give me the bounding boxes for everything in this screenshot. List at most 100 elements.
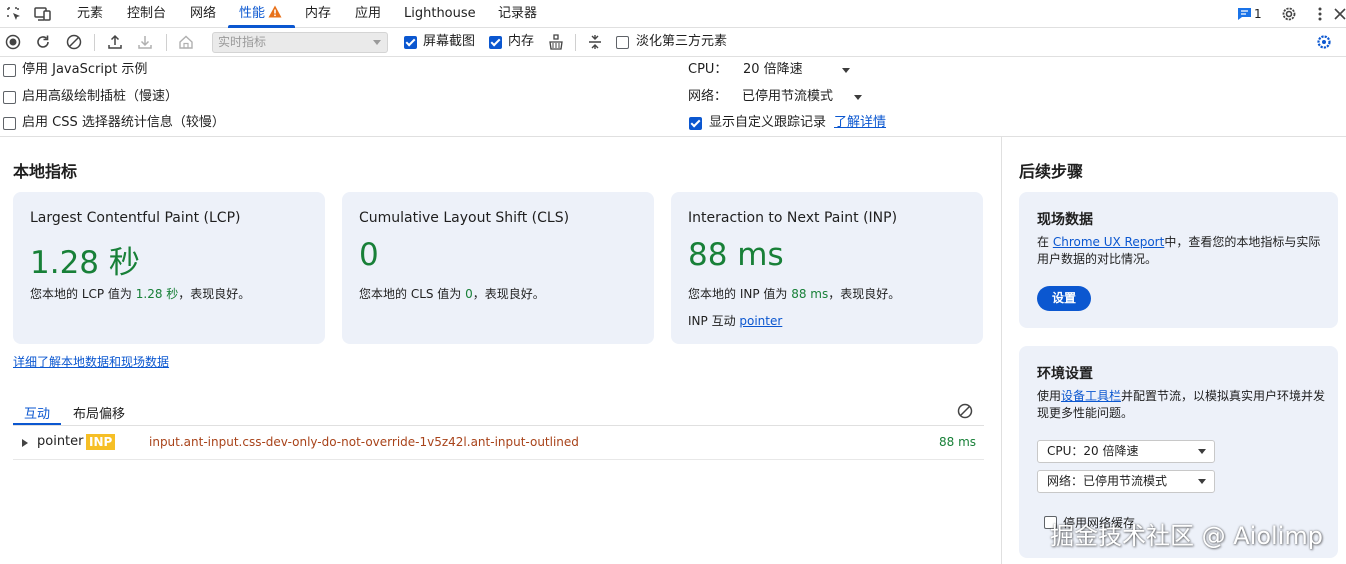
issues-count: 1 <box>1254 7 1262 21</box>
capture-settings-panel: 停用 JavaScript 示例 启用高级绘制插桩（慢速） 启用 CSS 选择器… <box>0 57 1346 137</box>
warning-icon <box>268 5 282 18</box>
clear-interactions-icon[interactable] <box>956 402 974 420</box>
inp-desc-suffix: ，表现良好。 <box>828 287 901 301</box>
lcp-card: Largest Contentful Paint (LCP) 1.28 秒 您本… <box>13 192 325 344</box>
inp-interaction-link[interactable]: pointer <box>739 314 782 328</box>
settings-gear-icon[interactable] <box>1279 4 1299 24</box>
network-throttle-secondary-value: 网络：已停用节流模式 <box>1047 474 1168 488</box>
lcp-value: 1.28 秒 <box>30 245 140 281</box>
inp-badge: INP <box>86 434 116 450</box>
field-data-description: 在 Chrome UX Report中，查看您的本地指标与实际用户数据的对比情况… <box>1037 234 1327 268</box>
expand-triangle-icon[interactable] <box>22 439 28 447</box>
toolbar-separator <box>166 34 167 51</box>
network-throttle-label: 网络： <box>688 89 728 104</box>
tab-elements[interactable]: 元素 <box>77 0 103 28</box>
css-selector-stats-checkbox[interactable] <box>3 117 16 130</box>
cls-card-title: Cumulative Layout Shift (CLS) <box>359 210 570 226</box>
memory-label: 内存 <box>508 34 535 49</box>
record-icon[interactable] <box>3 32 23 52</box>
advanced-paint-checkbox[interactable] <box>3 91 16 104</box>
inp-interaction-label: INP 互动 <box>688 314 740 328</box>
cpu-throttle-secondary-value: CPU：20 倍降速 <box>1047 444 1139 458</box>
chevron-down-icon <box>854 95 862 100</box>
chevron-down-icon <box>373 40 381 45</box>
toolbar-separator <box>94 34 95 51</box>
learn-more-link[interactable]: 了解详情 <box>834 115 886 131</box>
tab-interactions[interactable]: 互动 <box>24 403 50 422</box>
watermark: 掘金技术社区 @ Aiolimp <box>1050 522 1323 550</box>
recording-select-value: 实时指标 <box>218 35 267 49</box>
field-data-card: 现场数据 在 Chrome UX Report中，查看您的本地指标与实际用户数据… <box>1019 192 1338 328</box>
dim-third-party-checkbox[interactable] <box>616 36 629 49</box>
tab-layout-shifts[interactable]: 布局偏移 <box>73 403 125 422</box>
collapse-expand-icon[interactable] <box>585 32 605 52</box>
row-divider <box>13 459 984 460</box>
field-data-title: 现场数据 <box>1037 212 1093 228</box>
advanced-paint-label: 启用高级绘制插桩（慢速） <box>22 89 179 104</box>
dim-third-party-label: 淡化第三方元素 <box>636 34 728 49</box>
cls-desc-suffix: ，表现良好。 <box>472 287 545 301</box>
environment-text-prefix: 使用 <box>1037 389 1062 403</box>
tab-network[interactable]: 网络 <box>190 0 216 28</box>
cls-desc-prefix: 您本地的 CLS 值为 <box>359 287 466 301</box>
devtools-tabbar: 元素 控制台 网络 性能 内存 应用 Lighthouse 记录器 1 <box>0 0 1346 28</box>
cls-description: 您本地的 CLS 值为 0，表现良好。 <box>359 285 545 302</box>
tab-application[interactable]: 应用 <box>355 0 381 28</box>
cpu-throttle-select-secondary[interactable]: CPU：20 倍降速 <box>1037 440 1215 463</box>
network-throttle-select-secondary[interactable]: 网络：已停用节流模式 <box>1037 470 1215 493</box>
more-options-icon[interactable] <box>1310 4 1330 24</box>
setup-button[interactable]: 设置 <box>1037 286 1091 311</box>
tab-performance[interactable]: 性能 <box>239 0 282 28</box>
tab-recorder[interactable]: 记录器 <box>498 0 537 28</box>
tab-lighthouse[interactable]: Lighthouse <box>404 0 476 28</box>
close-devtools-icon[interactable] <box>1330 4 1346 24</box>
inp-desc-prefix: 您本地的 INP 值为 <box>688 287 792 301</box>
local-metrics-title: 本地指标 <box>13 162 78 181</box>
custom-tracks-label: 显示自定义跟踪记录 <box>709 115 827 130</box>
capture-settings-gear-icon[interactable] <box>1314 32 1334 52</box>
tab-console[interactable]: 控制台 <box>127 0 166 28</box>
disable-js-samples-checkbox[interactable] <box>3 64 16 77</box>
cpu-throttle-value: 20 倍降速 <box>743 62 803 77</box>
chrome-ux-report-link[interactable]: Chrome UX Report <box>1053 235 1164 249</box>
reload-record-icon[interactable] <box>33 32 53 52</box>
lcp-desc-prefix: 您本地的 LCP 值为 <box>30 287 136 301</box>
cls-desc-value: 0 <box>465 287 473 301</box>
network-throttle-select[interactable]: 已停用节流模式 <box>736 85 870 107</box>
inp-value: 88 ms <box>688 237 784 273</box>
lcp-desc-suffix: ，表现良好。 <box>178 287 251 301</box>
network-throttle-value: 已停用节流模式 <box>742 89 834 104</box>
local-field-data-link[interactable]: 详细了解本地数据和现场数据 <box>13 353 169 370</box>
tab-memory[interactable]: 内存 <box>305 0 331 28</box>
field-data-text-prefix: 在 <box>1037 235 1053 249</box>
next-steps-title: 后续步骤 <box>1019 162 1084 181</box>
css-selector-stats-label: 启用 CSS 选择器统计信息（较慢） <box>22 115 225 130</box>
download-icon[interactable] <box>135 32 155 52</box>
upload-icon[interactable] <box>105 32 125 52</box>
clear-icon[interactable] <box>64 32 84 52</box>
inp-card-title: Interaction to Next Paint (INP) <box>688 210 898 226</box>
interaction-selector[interactable]: input.ant-input.css-dev-only-do-not-over… <box>149 435 579 449</box>
chevron-down-icon <box>842 68 850 73</box>
chevron-down-icon <box>1198 449 1206 454</box>
performance-toolbar: 实时指标 屏幕截图 内存 淡化第三方元素 <box>0 28 1346 57</box>
environment-description: 使用设备工具栏并配置节流，以模拟真实用户环境并发现更多性能问题。 <box>1037 388 1327 422</box>
custom-tracks-checkbox[interactable] <box>689 117 702 130</box>
message-icon <box>1238 8 1251 20</box>
memory-checkbox[interactable] <box>489 36 502 49</box>
lcp-desc-value: 1.28 秒 <box>135 287 179 301</box>
device-toolbar-link[interactable]: 设备工具栏 <box>1061 389 1121 403</box>
interaction-duration: 88 ms <box>939 435 977 449</box>
inspect-element-icon[interactable] <box>4 4 24 24</box>
cls-value: 0 <box>359 237 379 273</box>
home-icon[interactable] <box>176 32 196 52</box>
screenshots-checkbox[interactable] <box>404 36 417 49</box>
garbage-collect-icon[interactable] <box>546 32 566 52</box>
cpu-throttle-select[interactable]: 20 倍降速 <box>736 58 856 80</box>
tab-performance-label: 性能 <box>239 6 266 21</box>
inp-desc-value: 88 ms <box>791 287 829 301</box>
recording-select[interactable]: 实时指标 <box>212 32 388 53</box>
device-toolbar-icon[interactable] <box>33 4 53 24</box>
table-row[interactable]: pointer input.ant-input.css-dev-only-do-… <box>13 426 984 459</box>
issues-counter[interactable]: 1 <box>1237 4 1262 24</box>
